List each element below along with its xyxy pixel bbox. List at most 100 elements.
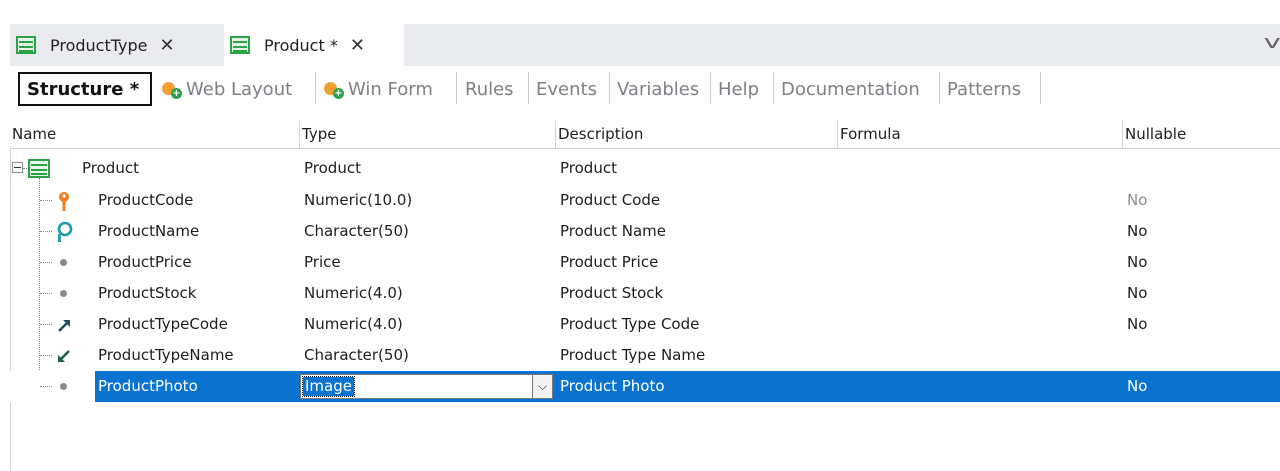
table-row[interactable]: ProductTypeCode Numeric(4.0) Product Typ… (10, 309, 1280, 340)
row-nullable: No (1127, 222, 1148, 240)
row-type: Numeric(10.0) (304, 191, 413, 209)
tree-connector (40, 200, 52, 201)
primary-key-icon (59, 192, 69, 211)
table-row-selected[interactable]: ProductPhoto Image ⌵ Product Photo No (10, 371, 1280, 402)
row-type: Product (304, 159, 361, 177)
row-name: ProductTypeName (98, 346, 234, 364)
row-name: ProductPhoto (98, 377, 198, 395)
tree-connector (40, 324, 52, 325)
column-header-type[interactable]: Type (300, 120, 556, 148)
row-name: ProductTypeCode (98, 315, 228, 333)
tree-connector (40, 355, 52, 356)
row-type: Price (304, 253, 341, 271)
chevron-down-icon[interactable]: ⌵ (532, 375, 552, 398)
inferred-attribute-icon (58, 350, 70, 362)
tab-structure[interactable]: Structure * (18, 72, 152, 106)
tab-documentation[interactable]: Documentation (781, 72, 920, 106)
row-name: ProductCode (98, 191, 194, 209)
tab-separator (1040, 72, 1041, 104)
tab-web-layout[interactable]: + Web Layout (162, 72, 292, 106)
row-type: Character(50) (304, 222, 409, 240)
chevron-down-icon[interactable]: v (1264, 32, 1280, 53)
table-row[interactable]: ProductCode Numeric(10.0) Product Code N… (10, 185, 1280, 216)
row-name: ProductName (98, 222, 200, 240)
tab-win-form-label: Win Form (348, 78, 433, 100)
tab-producttype[interactable]: ProductType ✕ (10, 24, 218, 66)
table-row[interactable]: ProductStock Numeric(4.0) Product Stock … (10, 278, 1280, 309)
tab-web-layout-label: Web Layout (186, 78, 293, 100)
object-part-tabs: Structure * + Web Layout + Win Form Rule… (10, 66, 1280, 112)
selection-highlight (95, 371, 1280, 402)
tab-patterns[interactable]: Patterns (947, 72, 1021, 106)
tab-variables-label: Variables (617, 78, 700, 100)
row-description: Product Type Name (560, 346, 706, 364)
tab-structure-label: Structure * (27, 78, 140, 100)
table-row[interactable]: ProductPrice Price Product Price No (10, 247, 1280, 278)
transaction-icon (16, 36, 36, 54)
grid-header: Name Type Description Formula Nullable (10, 120, 1280, 149)
tab-variables[interactable]: Variables (617, 72, 699, 106)
table-row[interactable]: ProductName Character(50) Product Name N… (10, 216, 1280, 247)
tree-connector (40, 262, 52, 263)
row-type: Character(50) (304, 346, 409, 364)
tab-patterns-label: Patterns (947, 78, 1022, 100)
row-description: Product Code (560, 191, 661, 209)
tab-help-label: Help (718, 78, 760, 100)
tab-events[interactable]: Events (536, 72, 597, 106)
tab-separator (528, 72, 529, 104)
tree-connector (23, 168, 27, 169)
row-description: Product Price (560, 253, 659, 271)
row-nullable: No (1127, 377, 1148, 395)
tab-separator (315, 72, 316, 104)
row-description: Product Photo (560, 377, 665, 395)
attribute-dot-icon (53, 376, 75, 398)
attribute-dot-icon (53, 283, 75, 305)
row-description: Product (560, 159, 617, 177)
tab-separator (773, 72, 774, 104)
tree-connector (40, 386, 52, 387)
foreign-key-icon (58, 320, 70, 332)
table-row[interactable]: ProductTypeName Character(50) Product Ty… (10, 340, 1280, 371)
table-row-root[interactable]: Product Product Product (10, 153, 1280, 184)
tab-rules[interactable]: Rules (465, 72, 514, 106)
row-type: Numeric(4.0) (304, 284, 403, 302)
row-name: ProductStock (98, 284, 197, 302)
tab-rules-label: Rules (465, 78, 514, 100)
tab-events-label: Events (536, 78, 597, 100)
close-icon[interactable]: ✕ (160, 35, 175, 56)
generate-icon: + (162, 80, 182, 99)
row-description: Product Stock (560, 284, 664, 302)
generate-icon: + (324, 80, 344, 99)
column-header-nullable[interactable]: Nullable (1123, 120, 1280, 148)
tab-separator (456, 72, 457, 104)
row-description: Product Name (560, 222, 666, 240)
tab-separator (939, 72, 940, 104)
transaction-icon (230, 36, 250, 54)
row-name: Product (82, 159, 139, 177)
tab-documentation-label: Documentation (781, 78, 920, 100)
row-description: Product Type Code (560, 315, 700, 333)
collapse-icon[interactable] (12, 162, 23, 173)
type-combobox-value[interactable]: Image (302, 376, 355, 397)
row-nullable: No (1127, 253, 1148, 271)
tab-win-form[interactable]: + Win Form (324, 72, 433, 106)
column-header-name[interactable]: Name (10, 120, 300, 148)
type-combobox[interactable]: Image ⌵ (300, 374, 553, 399)
tab-label: Product * (264, 35, 338, 55)
tab-product[interactable]: Product * ✕ (224, 24, 404, 66)
column-header-description[interactable]: Description (556, 120, 838, 148)
row-type: Numeric(4.0) (304, 315, 403, 333)
tab-separator (609, 72, 610, 104)
tab-help[interactable]: Help (718, 72, 759, 106)
attribute-dot-icon (53, 252, 75, 274)
row-nullable: No (1127, 315, 1148, 333)
column-header-formula[interactable]: Formula (838, 120, 1123, 148)
row-name: ProductPrice (98, 253, 192, 271)
tab-separator (710, 72, 711, 104)
tree-connector (40, 293, 52, 294)
row-nullable: No (1127, 284, 1148, 302)
tree-connector (40, 231, 52, 232)
structure-grid: Name Type Description Formula Nullable P… (10, 120, 1280, 471)
close-icon[interactable]: ✕ (350, 35, 365, 56)
document-tab-strip: ProductType ✕ Product * ✕ v (10, 24, 1280, 66)
